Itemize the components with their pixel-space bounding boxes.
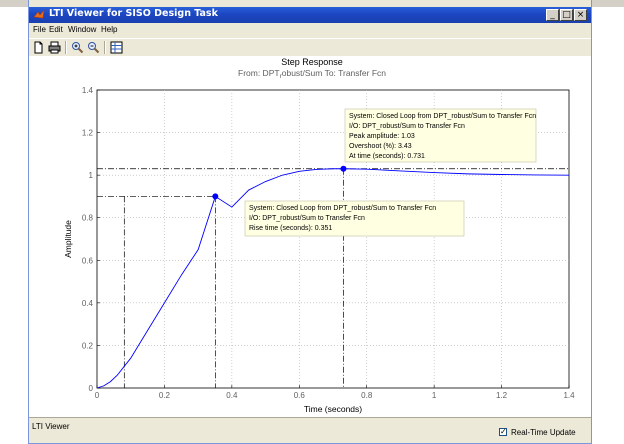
x-tick-label: 0.8	[361, 391, 373, 400]
peak-annotation-line: Overshoot (%): 3.43	[349, 143, 412, 150]
print-icon[interactable]	[48, 41, 61, 54]
peak-annotation-line: Peak amplitude: 1.03	[349, 133, 415, 140]
minimize-button[interactable]: _	[546, 9, 559, 21]
rise-time-annotation[interactable]: System: Closed Loop from DPT_robust/Sum …	[244, 200, 465, 237]
rise-annotation-line: System: Closed Loop from DPT_robust/Sum …	[249, 205, 436, 212]
maximize-button[interactable]: □	[560, 9, 573, 21]
y-tick-label: 1	[89, 171, 94, 180]
peak-annotation-line: I/O: DPT_robust/Sum to Transfer Fcn	[349, 123, 465, 130]
status-label: LTI Viewer	[32, 422, 70, 431]
x-tick-label: 0.4	[226, 391, 238, 400]
x-axis-label: Time (seconds)	[304, 404, 362, 414]
y-tick-label: 0	[89, 384, 94, 393]
peak-marker[interactable]	[340, 165, 347, 172]
title-bar[interactable]: LTI Viewer for SISO Design Task _ □ ×	[29, 7, 591, 23]
lti-viewer-window: LTI Viewer for SISO Design Task _ □ × Fi…	[29, 0, 591, 443]
step-response-plot[interactable]: Step Response From: DPTrobust/Sum To: Tr…	[29, 56, 591, 418]
plot-title: Step Response	[281, 57, 343, 67]
menu-file[interactable]: File	[33, 25, 46, 34]
zoom-out-icon[interactable]	[87, 41, 100, 54]
peak-annotation-line: System: Closed Loop from DPT_robust/Sum …	[349, 113, 536, 120]
x-tick-label: 0	[95, 391, 100, 400]
y-tick-label: 0.8	[82, 214, 94, 223]
y-axis-label: Amplitude	[63, 220, 73, 258]
x-tick-label: 1.4	[563, 391, 575, 400]
checkbox-check-icon[interactable]: ✓	[499, 428, 507, 436]
window-title: LTI Viewer for SISO Design Task	[49, 8, 218, 19]
y-tick-label: 1.4	[82, 86, 94, 95]
rise-annotation-line: Rise time (seconds): 0.351	[249, 225, 332, 232]
x-tick-label: 1	[432, 391, 437, 400]
toolbar-separator	[65, 41, 67, 54]
y-tick-label: 0.4	[82, 299, 94, 308]
toolbar-separator	[104, 41, 106, 54]
menu-window[interactable]: Window	[68, 25, 96, 34]
toolbar	[29, 38, 591, 57]
menu-help[interactable]: Help	[101, 25, 117, 34]
y-tick-label: 0.6	[82, 256, 94, 265]
new-file-icon[interactable]	[32, 41, 45, 54]
plot-subtitle: From: DPTrobust/Sum To: Transfer Fcn	[238, 68, 386, 80]
x-tick-label: 0.6	[294, 391, 306, 400]
menu-edit[interactable]: Edit	[49, 25, 63, 34]
grid-icon[interactable]	[110, 41, 123, 54]
status-bar: LTI Viewer ✓ Real-Time Update	[29, 417, 591, 444]
menu-bar: File Edit Window Help	[29, 24, 591, 37]
figure-area: Step Response From: DPTrobust/Sum To: Tr…	[29, 56, 591, 418]
close-button[interactable]: ×	[574, 9, 587, 21]
rise-annotation-line: I/O: DPT_robust/Sum to Transfer Fcn	[249, 215, 365, 222]
x-tick-label: 0.2	[159, 391, 171, 400]
peak-annotation[interactable]: System: Closed Loop from DPT_robust/Sum …	[344, 108, 537, 163]
peak-annotation-line: At time (seconds): 0.731	[349, 153, 425, 160]
x-tick-label: 1.2	[496, 391, 508, 400]
zoom-in-icon[interactable]	[71, 41, 84, 54]
real-time-update-label: Real-Time Update	[511, 428, 576, 437]
y-tick-label: 1.2	[82, 129, 94, 138]
rise-time-marker[interactable]	[212, 193, 219, 200]
y-tick-label: 0.2	[82, 341, 94, 350]
matlab-logo-icon	[33, 9, 45, 19]
